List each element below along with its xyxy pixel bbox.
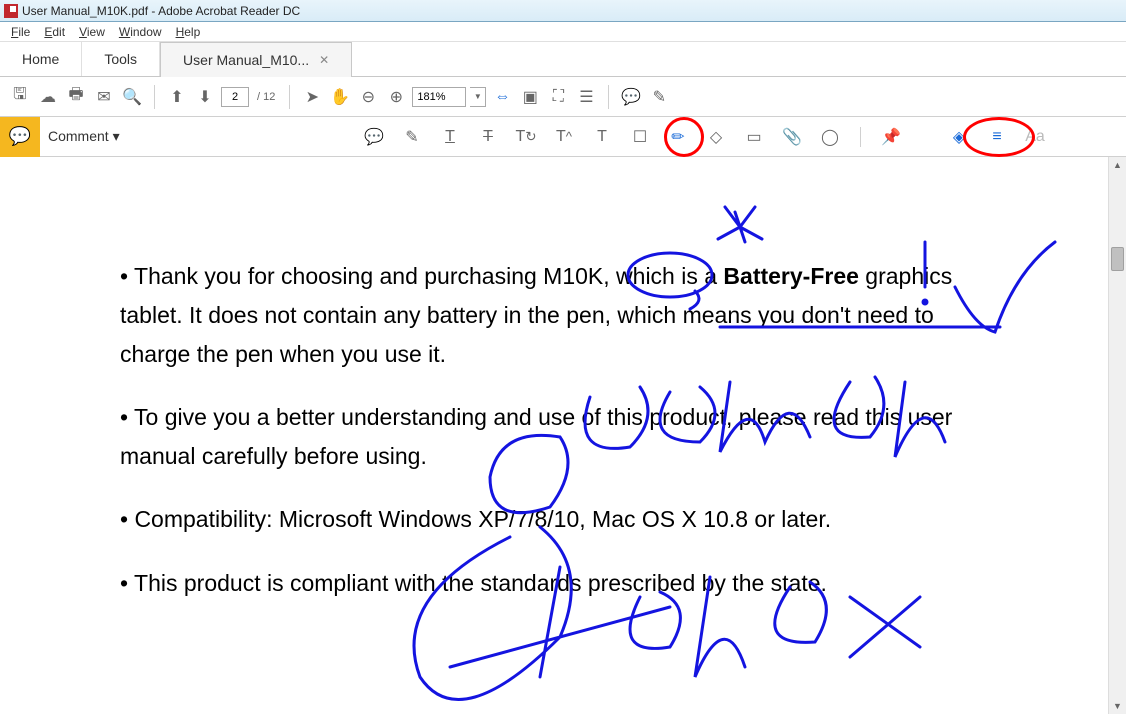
menu-view[interactable]: View xyxy=(72,25,112,39)
handwriting-annotations xyxy=(0,157,1106,714)
attachment-icon[interactable]: 📎 xyxy=(778,123,806,151)
add-text-icon[interactable]: T xyxy=(588,123,616,151)
line-style-icon[interactable]: ≡ xyxy=(983,123,1011,151)
menu-help[interactable]: Help xyxy=(169,25,208,39)
page-total: / 12 xyxy=(257,91,275,103)
zoom-dropdown-icon[interactable]: ▼ xyxy=(470,87,486,107)
scroll-down-icon[interactable]: ▼ xyxy=(1109,698,1126,714)
scroll-thumb[interactable] xyxy=(1111,247,1124,271)
separator xyxy=(154,85,155,109)
eraser-icon[interactable]: ◇ xyxy=(702,123,730,151)
titlebar: User Manual_M10K.pdf - Adobe Acrobat Rea… xyxy=(0,0,1126,22)
page-up-icon[interactable]: ⬆ xyxy=(165,85,189,109)
close-tab-icon[interactable]: ✕ xyxy=(319,53,329,67)
comment-bubble-icon[interactable]: 💬 xyxy=(619,85,643,109)
menu-window[interactable]: Window xyxy=(112,25,169,39)
comment-toolbar: 💬 Comment ▾ 💬 ✎ T T T↻ T^ T ☐ ✏ ◇ ▭ 📎 ◯ … xyxy=(0,117,1126,157)
highlight-text-icon[interactable]: ✎ xyxy=(398,123,426,151)
text-style-icon[interactable]: Aa xyxy=(1021,123,1049,151)
read-mode-icon[interactable]: ☰ xyxy=(574,85,598,109)
print-icon[interactable]: 🖶 xyxy=(64,85,88,109)
highlight-icon[interactable]: ✎ xyxy=(647,85,671,109)
sticky-note-icon[interactable]: 💬 xyxy=(360,123,388,151)
insert-text-icon[interactable]: T^ xyxy=(550,123,578,151)
page-number-input[interactable] xyxy=(221,87,249,107)
zoom-in-icon[interactable]: ⊕ xyxy=(384,85,408,109)
app-icon xyxy=(4,4,18,18)
shapes-icon[interactable]: ◯ xyxy=(816,123,844,151)
window-title: User Manual_M10K.pdf - Adobe Acrobat Rea… xyxy=(22,4,300,18)
zoom-out-icon[interactable]: ⊖ xyxy=(356,85,380,109)
cloud-icon[interactable]: ☁ xyxy=(36,85,60,109)
tab-document[interactable]: User Manual_M10... ✕ xyxy=(160,42,352,77)
separator xyxy=(289,85,290,109)
fit-page-icon[interactable]: ▣ xyxy=(518,85,542,109)
tabbar: Home Tools User Manual_M10... ✕ xyxy=(0,42,1126,77)
tab-home[interactable]: Home xyxy=(0,42,82,76)
menu-file[interactable]: File xyxy=(4,25,37,39)
comment-panel-icon[interactable]: 💬 xyxy=(0,117,40,157)
vertical-scrollbar[interactable]: ▲ ▼ xyxy=(1108,157,1126,714)
strikethrough-icon[interactable]: T xyxy=(474,123,502,151)
pointer-icon[interactable]: ➤ xyxy=(300,85,324,109)
underline-text-icon[interactable]: T xyxy=(436,123,464,151)
fill-color-icon[interactable]: ◈ xyxy=(945,123,973,151)
menubar: File Edit View Window Help xyxy=(0,22,1126,42)
search-icon[interactable]: 🔍 xyxy=(120,85,144,109)
text-box-icon[interactable]: ☐ xyxy=(626,123,654,151)
tab-tools[interactable]: Tools xyxy=(82,42,160,76)
pin-icon[interactable]: 📌 xyxy=(877,123,905,151)
pencil-icon[interactable]: ✏ xyxy=(664,123,692,151)
scroll-up-icon[interactable]: ▲ xyxy=(1109,157,1126,173)
save-icon[interactable]: 🖫 xyxy=(8,85,32,109)
document-viewport[interactable]: • Thank you for choosing and purchasing … xyxy=(0,157,1106,714)
comment-dropdown[interactable]: Comment ▾ xyxy=(40,128,128,145)
fullscreen-icon[interactable]: ⛶ xyxy=(546,85,570,109)
stamp-icon[interactable]: ▭ xyxy=(740,123,768,151)
hand-icon[interactable]: ✋ xyxy=(328,85,352,109)
main-toolbar: 🖫 ☁ 🖶 ✉ 🔍 ⬆ ⬇ / 12 ➤ ✋ ⊖ ⊕ 181% ▼ ⇔ ▣ ⛶ … xyxy=(0,77,1126,117)
separator xyxy=(860,127,861,147)
page-down-icon[interactable]: ⬇ xyxy=(193,85,217,109)
fit-width-icon[interactable]: ⇔ xyxy=(490,85,514,109)
replace-text-icon[interactable]: T↻ xyxy=(512,123,540,151)
mail-icon[interactable]: ✉ xyxy=(92,85,116,109)
zoom-level[interactable]: 181% xyxy=(412,87,466,107)
separator xyxy=(608,85,609,109)
menu-edit[interactable]: Edit xyxy=(37,25,72,39)
